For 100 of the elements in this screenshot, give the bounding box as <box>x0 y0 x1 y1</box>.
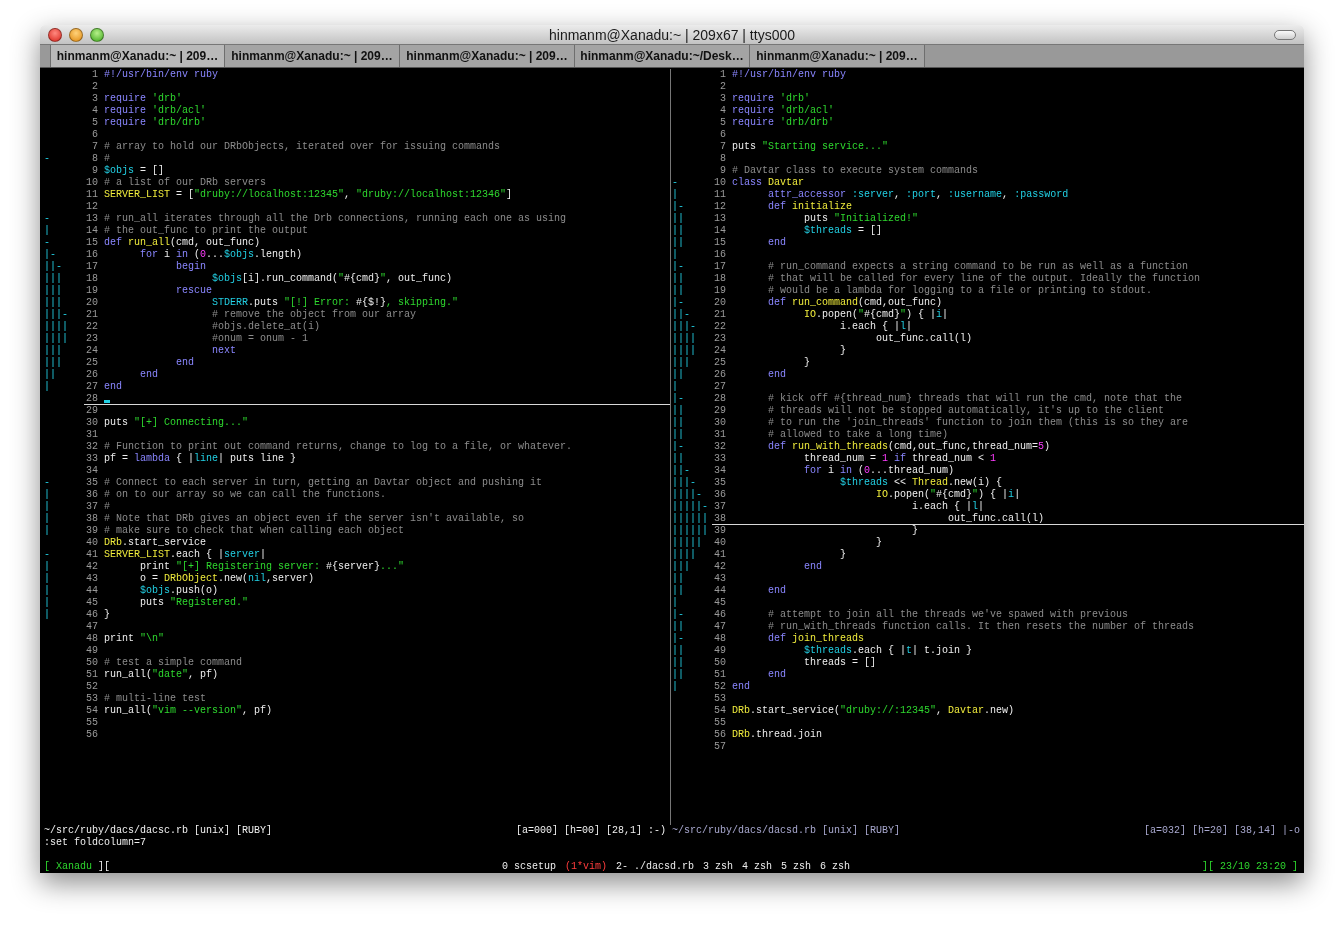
line-number: 42 <box>85 561 98 573</box>
code-line: IO.popen("#{cmd}") { |i| <box>803 309 949 321</box>
fold-marker: - <box>44 549 50 560</box>
line-number: 7 <box>91 141 98 153</box>
fold-marker: - <box>44 213 50 224</box>
fold-marker: | <box>44 573 50 584</box>
code-line: } <box>875 537 883 549</box>
code-line: out_func.call(l) <box>875 333 973 345</box>
line-number: 10 <box>85 177 98 189</box>
line-number: 41 <box>713 549 726 561</box>
fold-marker: || <box>672 621 684 632</box>
fold-marker: - <box>44 477 50 488</box>
terminal-tab[interactable]: hinmanm@Xanadu:~/Desk… <box>575 45 750 67</box>
line-number: 20 <box>85 297 98 309</box>
code-line: # Function to print out command returns, change to log to a file, or whatever. <box>104 441 573 453</box>
fold-marker: |||- <box>672 477 696 488</box>
terminal-tab[interactable]: hinmanm@Xanadu:~ | 209… <box>750 45 925 67</box>
minimize-button[interactable] <box>69 27 83 42</box>
line-number: 56 <box>713 729 726 741</box>
fold-marker: - <box>44 153 50 164</box>
code-line: } <box>839 549 847 561</box>
code-line: # run_command expects a string command to be run as well as a function <box>767 261 1189 273</box>
line-number: 21 <box>713 309 726 321</box>
code-line: $threads << Thread.new(i) { <box>839 477 1003 489</box>
code-line: # attempt to join all the threads we've spawed with previous <box>767 609 1129 621</box>
code-line: #!/usr/bin/env ruby <box>104 69 219 81</box>
zoom-button[interactable] <box>90 27 104 42</box>
code-line: } <box>803 357 810 369</box>
fold-marker: ||| <box>44 297 62 308</box>
code-line: $objs.push(o) <box>139 585 219 597</box>
line-number: 1 <box>91 69 98 81</box>
fold-marker: |||||- <box>672 501 708 512</box>
code-line: end <box>803 561 822 573</box>
line-number: 9 <box>719 165 726 177</box>
fold-marker: | <box>672 249 678 260</box>
line-number: 8 <box>719 153 726 165</box>
line-number: 7 <box>719 141 726 153</box>
line-number: 14 <box>85 225 98 237</box>
line-number: 46 <box>713 609 726 621</box>
line-number: 44 <box>713 585 726 597</box>
line-number: 28 <box>713 393 726 405</box>
code-line: for i in (0...$objs.length) <box>139 249 303 261</box>
line-number: 11 <box>713 189 726 201</box>
terminal-tab[interactable]: hinmanm@Xanadu:~ | 209… <box>400 45 575 67</box>
fold-marker: | <box>44 225 50 236</box>
screen-window[interactable]: 2- ./dacsd.rb <box>616 861 694 873</box>
line-number: 21 <box>85 309 98 321</box>
line-number: 10 <box>713 177 726 189</box>
terminal-tab[interactable]: hinmanm@Xanadu:~ | 209… <box>50 45 225 67</box>
code-line: # array to hold our DRbObjects, iterated over for issuing commands <box>104 141 501 153</box>
code-line: print "[+] Registering server: #{server}..." <box>139 561 405 573</box>
line-number: 40 <box>713 537 726 549</box>
line-number: 34 <box>85 465 98 477</box>
code-line: # <box>104 153 110 165</box>
line-number: 9 <box>91 165 98 177</box>
code-line: } <box>911 525 919 537</box>
code-line: $objs[i].run_command("#{cmd}", out_func) <box>211 273 453 285</box>
line-number: 25 <box>713 357 726 369</box>
line-number: 37 <box>85 501 98 513</box>
fold-marker: ||||- <box>672 489 702 500</box>
code-line: require 'drb' <box>104 93 183 105</box>
code-line: print "\n" <box>104 633 165 645</box>
bracket: ][ <box>98 861 111 873</box>
screen-window[interactable]: (1*vim) <box>564 861 607 873</box>
fold-marker: || <box>672 669 684 680</box>
fold-marker: |- <box>672 441 684 452</box>
code-line: SERVER_LIST.each { |server| <box>104 549 267 561</box>
screen-window[interactable]: 4 zsh <box>742 861 773 873</box>
screen-window[interactable]: 0 scsetup <box>501 861 556 873</box>
line-number: 52 <box>713 681 726 693</box>
fold-marker: |||- <box>44 309 68 320</box>
fold-marker: | <box>44 501 50 512</box>
code-line: # to run the 'join_threads' function to join them (this is so they are <box>767 417 1189 429</box>
code-line: puts "Starting service..." <box>732 141 889 153</box>
fold-marker: |- <box>672 201 684 212</box>
code-line: require 'drb' <box>732 93 811 105</box>
terminal-tab[interactable]: hinmanm@Xanadu:~ | 209… <box>225 45 400 67</box>
code-line: # make sure to check that when calling each object <box>104 525 405 537</box>
line-number: 31 <box>713 429 726 441</box>
close-button[interactable] <box>48 27 62 42</box>
code-line: # a list of our DRb servers <box>104 177 267 189</box>
code-line: def run_with_threads(cmd,out_func,thread_num=5) <box>767 441 1051 453</box>
toolbar-toggle-button[interactable] <box>1274 29 1296 40</box>
code-line: $threads = [] <box>803 225 883 237</box>
fold-marker: ||| <box>44 345 62 356</box>
fold-marker: ||| <box>44 285 62 296</box>
line-number: 49 <box>713 645 726 657</box>
screen-window[interactable]: 5 zsh <box>781 861 812 873</box>
code-line: attr_accessor :server, :port, :username, :password <box>767 189 1069 201</box>
command-line: :set foldcolumn=7 <box>44 837 147 848</box>
file-status: ~/src/ruby/dacs/dacsd.rb [unix] [RUBY] <box>672 825 901 837</box>
code-line: # <box>104 501 110 513</box>
screen-window[interactable]: 6 zsh <box>820 861 851 873</box>
fold-marker: | <box>44 597 50 608</box>
screen-window[interactable]: 3 zsh <box>703 861 733 873</box>
fold-marker: |- <box>672 297 684 308</box>
cursor-status: [a=032] [h=20] [38,14] |-o <box>1143 825 1300 837</box>
fold-marker: | <box>44 525 50 536</box>
line-number: 33 <box>85 453 98 465</box>
line-number: 52 <box>85 681 98 693</box>
